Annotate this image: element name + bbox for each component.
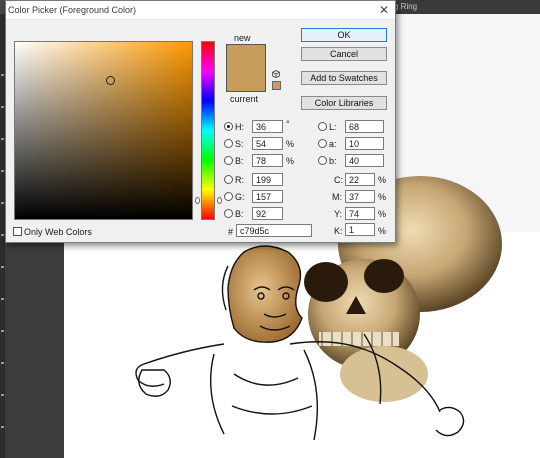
lightness-label: L: [329, 122, 337, 132]
saturation-radio[interactable] [224, 139, 233, 148]
color-libraries-button[interactable]: Color Libraries [301, 96, 387, 110]
blue-field[interactable]: 92 [252, 207, 283, 220]
brightness-field[interactable]: 78 [252, 154, 283, 167]
magenta-field[interactable]: 37 [345, 190, 375, 203]
black-unit: % [378, 226, 387, 236]
cyan-unit: % [378, 175, 387, 185]
new-color-label: new [234, 33, 251, 43]
magenta-unit: % [378, 192, 387, 202]
document-canvas[interactable] [64, 232, 540, 458]
yellow-field[interactable]: 74 [345, 207, 375, 220]
brightness-unit: % [286, 156, 295, 166]
black-field[interactable]: 1 [345, 223, 375, 236]
only-web-colors-label: Only Web Colors [24, 227, 92, 237]
websafe-cube-icon[interactable] [272, 70, 280, 78]
hue-slider-left-handle[interactable] [195, 197, 200, 204]
yellow-label: Y: [334, 209, 343, 219]
blue-label: B: [235, 209, 244, 219]
magenta-label: M: [332, 192, 342, 202]
close-icon[interactable]: ✕ [379, 3, 389, 17]
lightness-radio[interactable] [318, 122, 327, 131]
hue-label: H: [235, 122, 244, 132]
green-label: G: [235, 192, 245, 202]
cyan-label: C: [334, 175, 343, 185]
color-picker-dialog: Color Picker (Foreground Color) ✕ new cu… [5, 0, 396, 243]
lab-b-radio[interactable] [318, 156, 327, 165]
document-tab-title: g Ring [394, 2, 418, 11]
green-radio[interactable] [224, 192, 233, 201]
cyan-field[interactable]: 22 [345, 173, 375, 186]
only-web-colors-checkbox[interactable] [13, 227, 22, 236]
saturation-field[interactable]: 54 [252, 137, 283, 150]
color-cursor[interactable] [106, 76, 115, 85]
green-field[interactable]: 157 [252, 190, 283, 203]
lab-b-field[interactable]: 40 [345, 154, 384, 167]
lab-a-field[interactable]: 10 [345, 137, 384, 150]
red-field[interactable]: 199 [252, 173, 283, 186]
black-label: K: [334, 226, 343, 236]
dialog-titlebar[interactable]: Color Picker (Foreground Color) ✕ [6, 1, 395, 20]
brightness-radio[interactable] [224, 156, 233, 165]
yellow-unit: % [378, 209, 387, 219]
new-color-swatch [226, 44, 266, 68]
current-color-swatch[interactable] [226, 68, 266, 92]
websafe-color-swatch[interactable] [272, 81, 281, 90]
dialog-title: Color Picker (Foreground Color) [8, 5, 137, 15]
hue-unit: ° [286, 119, 290, 129]
blue-radio[interactable] [224, 209, 233, 218]
document-tab[interactable]: g Ring [392, 0, 540, 14]
lab-a-radio[interactable] [318, 139, 327, 148]
lightness-field[interactable]: 68 [345, 120, 384, 133]
hue-field[interactable]: 36 [252, 120, 283, 133]
hex-label: # [228, 227, 234, 237]
ok-button[interactable]: OK [301, 28, 387, 42]
saturation-brightness-field[interactable] [14, 41, 193, 220]
current-color-label: current [230, 94, 259, 104]
saturation-label: S: [235, 139, 244, 149]
hex-field[interactable]: c79d5c [236, 224, 312, 237]
red-radio[interactable] [224, 175, 233, 184]
saturation-unit: % [286, 139, 295, 149]
hue-radio[interactable] [224, 122, 233, 131]
red-label: R: [235, 175, 244, 185]
lab-a-label: a: [329, 139, 337, 149]
hue-slider-right-handle[interactable] [217, 197, 222, 204]
lab-b-label: b: [329, 156, 337, 166]
canvas-area-top [392, 14, 540, 232]
brightness-label: B: [235, 156, 244, 166]
hue-slider[interactable] [201, 41, 215, 220]
add-to-swatches-button[interactable]: Add to Swatches [301, 71, 387, 85]
cancel-button[interactable]: Cancel [301, 47, 387, 61]
